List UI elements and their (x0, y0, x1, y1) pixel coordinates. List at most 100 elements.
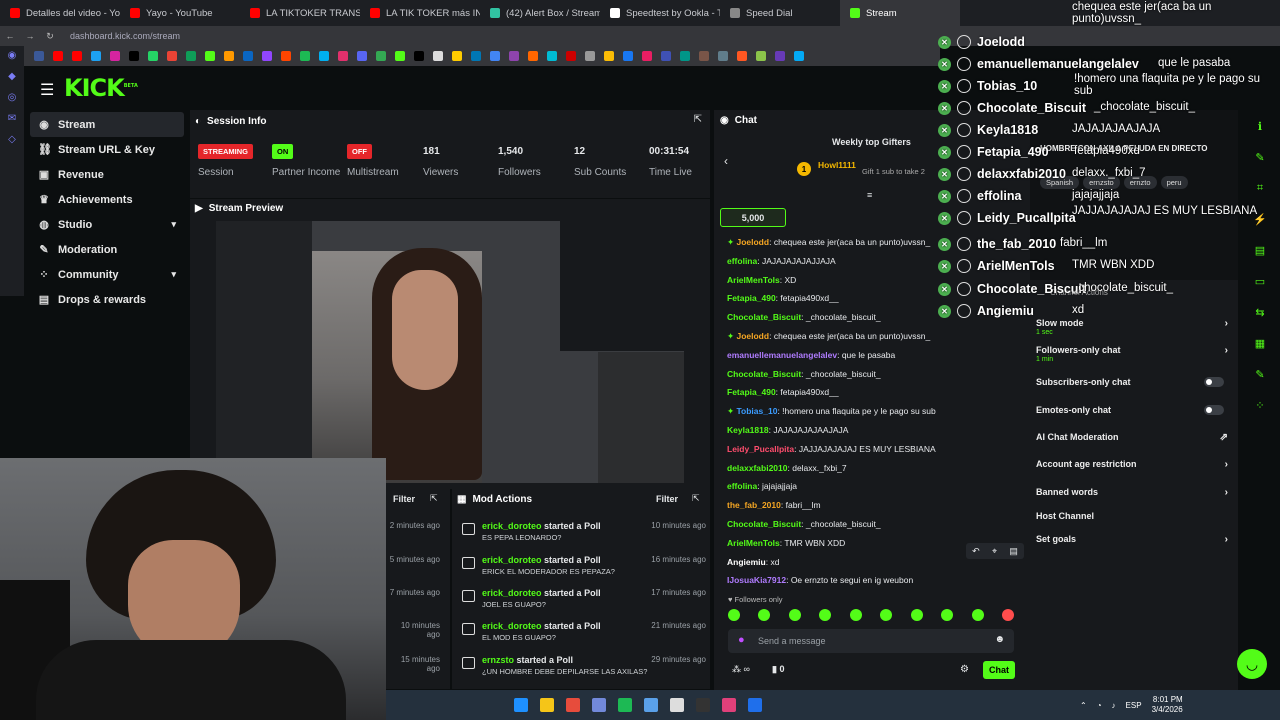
chat-message[interactable]: ArielMenTols: XD (727, 275, 796, 285)
close-icon[interactable]: ✕ (938, 211, 951, 225)
chat-username[interactable]: Fetapia_490 (727, 293, 776, 303)
delete-icon[interactable]: ▤ (1009, 546, 1018, 557)
mod-action-row[interactable]: erick_doroteo started a Poll EL MOD ES GU… (462, 621, 706, 653)
taskbar-app-icon[interactable] (748, 698, 762, 712)
chat-message[interactable]: ✦ Tobias_10: !homero una flaquita pe y l… (727, 406, 936, 417)
close-icon[interactable]: ✕ (938, 167, 951, 181)
bookmark-icon[interactable] (110, 51, 120, 61)
bookmark-icon[interactable] (566, 51, 576, 61)
bookmark-icon[interactable] (224, 51, 234, 61)
chat-message[interactable]: Leidy_Pucallpita: JAJJAJAJAJAJ ES MUY LE… (727, 444, 936, 454)
mod-action-row[interactable]: erick_doroteo started a Poll ERICK EL MOD… (462, 555, 706, 587)
setting-host-channel[interactable]: Host Channel (1036, 511, 1232, 521)
language-indicator[interactable]: ESP (1126, 701, 1142, 710)
close-icon[interactable]: ✕ (938, 123, 951, 137)
chat-username[interactable]: IJosuaKia7912 (727, 575, 786, 585)
sidebar-app-icon[interactable]: ◉ (8, 50, 17, 61)
bookmark-icon[interactable] (34, 51, 44, 61)
bookmark-icon[interactable] (718, 51, 728, 61)
browser-tab[interactable]: Stream (840, 0, 960, 26)
sidebar-item-drops-rewards[interactable]: ▤ Drops & rewards (30, 287, 184, 312)
pin-icon[interactable]: ⌖ (992, 546, 997, 557)
tag-chip[interactable]: peru (1160, 176, 1188, 189)
grid-icon[interactable]: ▦ (1255, 337, 1265, 350)
external-link-icon[interactable]: ⇗ (1220, 432, 1228, 443)
bookmark-icon[interactable] (148, 51, 158, 61)
address-bar[interactable]: ← → ↻ dashboard.kick.com/stream (0, 26, 1280, 46)
bookmark-icon[interactable] (490, 51, 500, 61)
chevron-up-icon[interactable]: ⌃ (1080, 701, 1087, 710)
mod-filter-button[interactable]: Filter (656, 494, 678, 504)
taskbar-app-icon[interactable] (592, 698, 606, 712)
bookmark-icon[interactable] (357, 51, 367, 61)
mod-action-row[interactable]: ernzsto started a Poll ¿UN HOMBRE DEBE DE… (462, 655, 706, 687)
page-icon[interactable]: ▤ (1255, 244, 1265, 257)
chat-username[interactable]: Angiemiu (727, 557, 766, 567)
sidebar-item-achievements[interactable]: ♛ Achievements (30, 187, 184, 212)
sidebar-app-icon[interactable]: ◆ (8, 71, 16, 82)
chat-username[interactable]: emanuellemanuelangelalev (727, 350, 837, 360)
chat-message[interactable]: ✦ Joelodd: chequea este jer(aca ba un pu… (727, 237, 930, 248)
taskbar-app-icon[interactable] (618, 698, 632, 712)
toggle-switch[interactable] (1204, 405, 1224, 415)
emote-icon[interactable] (880, 609, 893, 621)
taskbar-app-icon[interactable] (514, 698, 528, 712)
emote-icon[interactable] (910, 609, 923, 621)
browser-tab[interactable]: Yayo - YouTube (120, 0, 240, 26)
close-icon[interactable]: ✕ (938, 101, 951, 115)
info-icon[interactable]: ℹ (1258, 120, 1262, 133)
bookmark-icon[interactable] (205, 51, 215, 61)
chat-username[interactable]: Chocolate_Biscuit (727, 312, 801, 322)
close-icon[interactable]: ✕ (938, 35, 951, 49)
wrench-icon[interactable]: ✎ (1255, 368, 1264, 381)
chevron-right-icon[interactable]: › (1225, 345, 1228, 356)
emote-icon[interactable] (788, 609, 801, 621)
popout-icon[interactable]: ⇱ (430, 493, 438, 504)
url-text[interactable]: dashboard.kick.com/stream (70, 31, 180, 41)
chat-message[interactable]: ArielMenTols: TMR WBN XDD (727, 538, 845, 548)
bookmark-icon[interactable] (699, 51, 709, 61)
chevron-right-icon[interactable]: › (1225, 487, 1228, 498)
chevron-right-icon[interactable]: › (1225, 459, 1228, 470)
chat-username[interactable]: ArielMenTols (727, 538, 780, 548)
chat-message-input[interactable]: ● Send a message ☻ (728, 629, 1014, 653)
bookmark-icon[interactable] (585, 51, 595, 61)
wifi-icon[interactable]: ◔ (1097, 701, 1102, 710)
browser-tab[interactable]: Speed Dial (720, 0, 840, 26)
bookmark-icon[interactable] (414, 51, 424, 61)
setting-slow-mode[interactable]: Slow mode 1 sec › (1036, 318, 1232, 336)
collapse-icon[interactable]: ≡ (867, 190, 872, 200)
bookmark-icon[interactable] (680, 51, 690, 61)
bookmark-icon[interactable] (91, 51, 101, 61)
bookmark-icon[interactable] (623, 51, 633, 61)
close-icon[interactable]: ✕ (938, 259, 951, 273)
taskbar-app-icon[interactable] (670, 698, 684, 712)
chat-username[interactable]: effolina (727, 481, 757, 491)
bookmark-icon[interactable] (300, 51, 310, 61)
close-icon[interactable]: ✕ (938, 57, 951, 71)
bookmark-icon[interactable] (243, 51, 253, 61)
emote-icon[interactable] (941, 609, 954, 621)
chat-username[interactable]: Chocolate_Biscuit (727, 369, 801, 379)
chat-username[interactable]: the_fab_2010 (727, 500, 781, 510)
bookmark-icon[interactable] (547, 51, 557, 61)
bookmark-icon[interactable] (53, 51, 63, 61)
emote-icon[interactable] (849, 609, 862, 621)
emote-icon[interactable] (1001, 609, 1014, 621)
bookmark-icon[interactable] (281, 51, 291, 61)
comment-icon[interactable]: ▭ (1255, 275, 1265, 288)
support-icon[interactable]: ◡ (1237, 649, 1267, 679)
close-icon[interactable]: ✕ (938, 304, 951, 318)
setting-set-goals[interactable]: Set goals › (1036, 534, 1232, 545)
link-icon[interactable]: ⇆ (1255, 306, 1264, 319)
edit-icon[interactable]: ✎ (1255, 151, 1264, 164)
chat-message[interactable]: Fetapia_490: fetapia490xd__ (727, 387, 839, 397)
bookmark-icon[interactable] (186, 51, 196, 61)
chevron-down-icon[interactable]: ▾ (171, 219, 176, 230)
bookmark-icon[interactable] (528, 51, 538, 61)
chevron-right-icon[interactable]: › (1225, 534, 1228, 545)
bookmark-icon[interactable] (338, 51, 348, 61)
mod-username[interactable]: erick_doroteo (482, 521, 542, 531)
emoji-icon[interactable]: ☻ (994, 634, 1005, 645)
chevron-left-icon[interactable]: ‹ (724, 154, 728, 168)
